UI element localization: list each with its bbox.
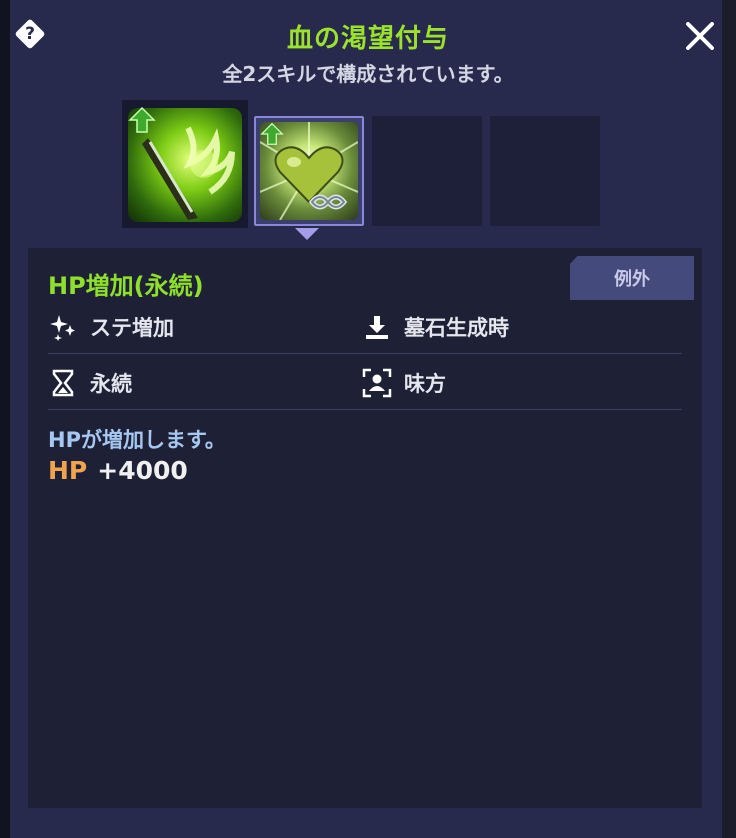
attribute-row-2: 永続 味方 <box>48 356 682 410</box>
stat-value: +4000 <box>97 456 188 485</box>
upgrade-arrow-icon <box>128 106 156 138</box>
download-tray-icon <box>362 312 392 342</box>
ally-target-icon <box>362 368 392 398</box>
skill-detail-panel: 例外 HP増加(永続) ステ増加 墓石生成時 永続 味方 HPが増加します。 H… <box>28 248 702 808</box>
skill-slot-3-empty[interactable] <box>372 116 482 226</box>
attribute-duration: 永続 <box>48 368 132 398</box>
stat-up-sparkle-icon <box>48 312 78 342</box>
dialog-title: 血の渇望付与 <box>286 24 449 54</box>
selected-slot-indicator <box>295 228 319 240</box>
attribute-target-label: 味方 <box>404 372 446 396</box>
stat-label: HP <box>48 456 88 485</box>
divider <box>48 409 682 410</box>
hourglass-icon <box>48 368 78 398</box>
attribute-trigger: 墓石生成時 <box>362 312 509 342</box>
background-right-edge <box>722 0 736 838</box>
exception-tag: 例外 <box>570 256 694 300</box>
attribute-trigger-label: 墓石生成時 <box>404 316 509 340</box>
attribute-type: ステ増加 <box>48 312 174 342</box>
attribute-target: 味方 <box>362 368 446 398</box>
close-button[interactable] <box>684 22 716 50</box>
dialog-subtitle: 全2スキルで構成されています。 <box>222 62 514 86</box>
upgrade-arrow-icon <box>260 122 284 150</box>
close-icon <box>686 22 714 50</box>
skill-slot-1[interactable] <box>122 100 248 228</box>
skill-slot-4-empty[interactable] <box>490 116 600 226</box>
skill-description: HPが増加します。 <box>48 428 226 452</box>
divider <box>48 353 682 354</box>
attribute-duration-label: 永続 <box>90 372 132 396</box>
stat-line: HP +4000 <box>48 456 188 485</box>
attribute-type-label: ステ増加 <box>90 316 174 340</box>
background-left-edge <box>0 0 10 838</box>
attribute-row-1: ステ増加 墓石生成時 <box>48 300 682 354</box>
skill-slot-2[interactable] <box>254 116 364 226</box>
skill-name: HP増加(永続) <box>48 272 204 300</box>
